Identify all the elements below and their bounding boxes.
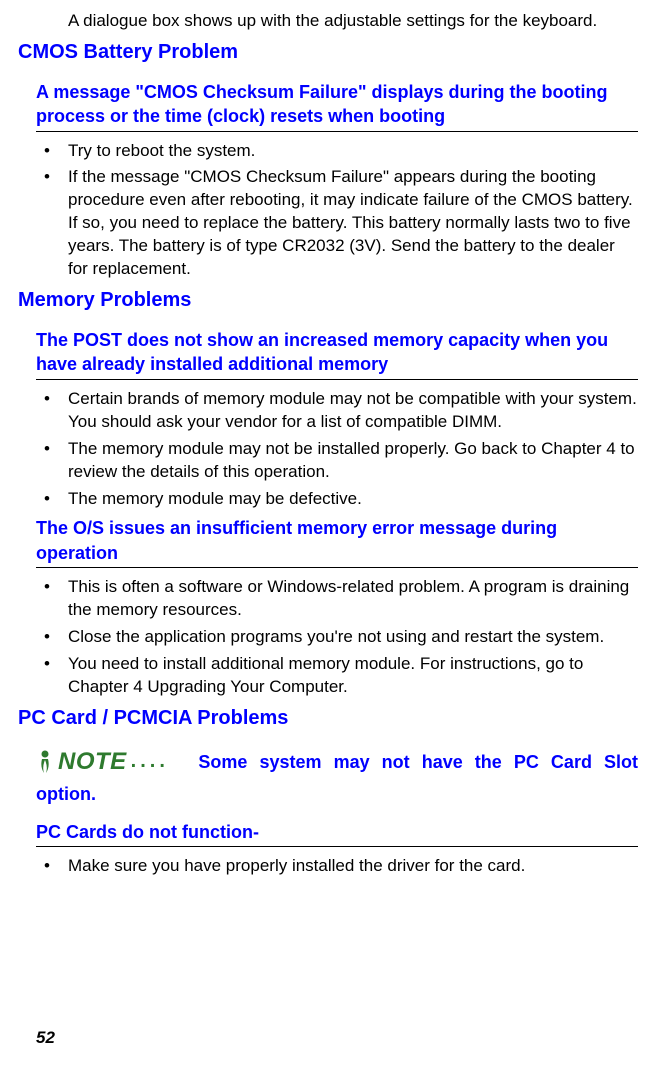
note-dots: .... bbox=[131, 748, 169, 775]
subheading-cmos-1: A message "CMOS Checksum Failure" displa… bbox=[36, 80, 638, 132]
list-item: The memory module may not be installed p… bbox=[36, 438, 638, 484]
list-item: This is often a software or Windows-rela… bbox=[36, 576, 638, 622]
info-icon bbox=[36, 749, 54, 775]
bullet-list: This is often a software or Windows-rela… bbox=[36, 576, 638, 699]
note-label: NOTE bbox=[58, 746, 127, 778]
list-item: Certain brands of memory module may not … bbox=[36, 388, 638, 434]
intro-text: A dialogue box shows up with the adjusta… bbox=[68, 10, 638, 33]
bullet-list: Certain brands of memory module may not … bbox=[36, 388, 638, 511]
list-item: Close the application programs you're no… bbox=[36, 626, 638, 649]
page-number: 52 bbox=[36, 1027, 55, 1050]
heading-cmos: CMOS Battery Problem bbox=[18, 39, 638, 66]
bullet-list: Make sure you have properly installed th… bbox=[36, 855, 638, 878]
note-block: NOTE.... Some system may not have the PC… bbox=[36, 746, 638, 806]
list-item: If the message "CMOS Checksum Failure" a… bbox=[36, 166, 638, 281]
list-item: Try to reboot the system. bbox=[36, 140, 638, 163]
list-item: You need to install additional memory mo… bbox=[36, 653, 638, 699]
heading-memory: Memory Problems bbox=[18, 287, 638, 314]
subheading-memory-2: The O/S issues an insufficient memory er… bbox=[36, 516, 638, 568]
bullet-list: Try to reboot the system. If the message… bbox=[36, 140, 638, 282]
note-badge: NOTE.... bbox=[36, 746, 169, 782]
list-item: Make sure you have properly installed th… bbox=[36, 855, 638, 878]
list-item: The memory module may be defective. bbox=[36, 488, 638, 511]
subheading-memory-1: The POST does not show an increased memo… bbox=[36, 328, 638, 380]
heading-pccard: PC Card / PCMCIA Problems bbox=[18, 705, 638, 732]
subheading-pccard-1: PC Cards do not function- bbox=[36, 820, 638, 847]
